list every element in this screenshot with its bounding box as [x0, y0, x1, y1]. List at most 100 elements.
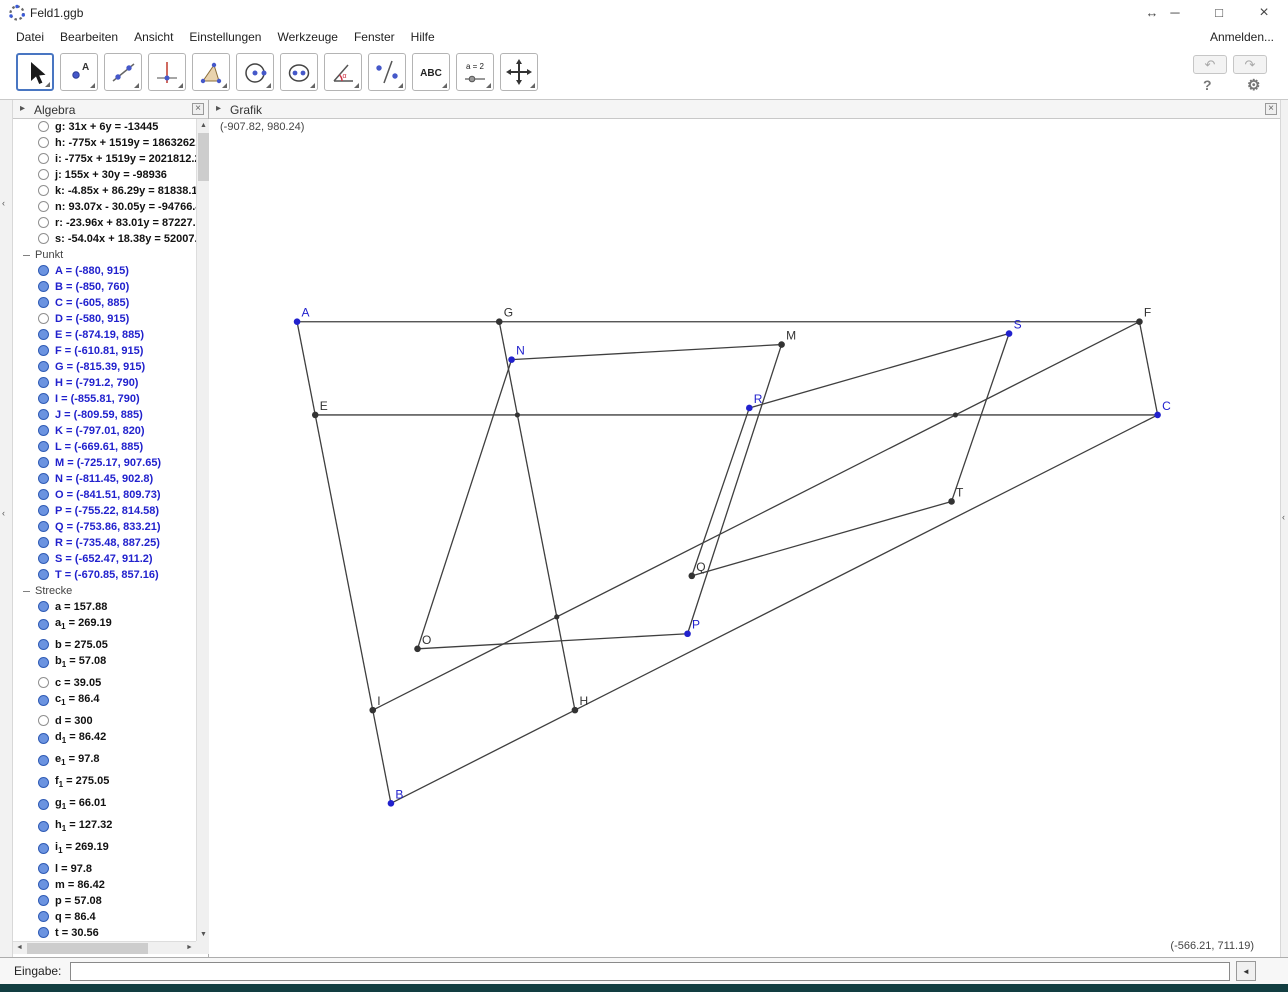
- perpendicular-line-tool-button[interactable]: [148, 53, 186, 91]
- algebra-row-point-E[interactable]: E = (-874.19, 885): [13, 327, 196, 343]
- segment-BC[interactable]: [391, 415, 1158, 803]
- point-B[interactable]: [388, 800, 395, 807]
- algebra-row-segment-p[interactable]: p = 57.08: [13, 893, 196, 909]
- horizontal-scroll-thumb[interactable]: [27, 943, 148, 954]
- visibility-toggle-icon[interactable]: [38, 185, 49, 196]
- visibility-toggle-icon[interactable]: [38, 281, 49, 292]
- algebra-header-arrow-icon[interactable]: ▸: [20, 103, 25, 114]
- gear-icon[interactable]: ⚙: [1247, 76, 1260, 94]
- algebra-row-point-P[interactable]: P = (-755.22, 814.58): [13, 503, 196, 519]
- point-I[interactable]: [369, 707, 376, 714]
- visibility-toggle-icon[interactable]: [38, 473, 49, 484]
- tree-collapse-icon[interactable]: [23, 255, 30, 256]
- menu-item-bearbeiten[interactable]: Bearbeiten: [52, 28, 126, 46]
- visibility-toggle-icon[interactable]: [38, 201, 49, 212]
- algebra-close-icon[interactable]: ×: [192, 103, 204, 115]
- algebra-row-segment-m[interactable]: m = 86.42: [13, 877, 196, 893]
- algebra-row-line-h[interactable]: h: -775x + 1519y = 1863262.75: [13, 135, 196, 151]
- visibility-toggle-icon[interactable]: [38, 657, 49, 668]
- algebra-row-line-n[interactable]: n: 93.07x - 30.05y = -94766.46: [13, 199, 196, 215]
- algebra-row-segment-l[interactable]: l = 97.8: [13, 861, 196, 877]
- menu-item-einstellungen[interactable]: Einstellungen: [181, 28, 269, 46]
- visibility-toggle-icon[interactable]: [38, 393, 49, 404]
- input-help-button[interactable]: ◄: [1236, 961, 1256, 981]
- text-tool-button[interactable]: ABC: [412, 53, 450, 91]
- algebra-row-line-k[interactable]: k: -4.85x + 86.29y = 81838.14: [13, 183, 196, 199]
- algebra-row-segment-e_1[interactable]: e1 = 97.8: [13, 751, 196, 773]
- graphics-header-arrow-icon[interactable]: ▸: [216, 103, 221, 114]
- algebra-row-segment-d_1[interactable]: d1 = 86.42: [13, 729, 196, 751]
- line-tool-button[interactable]: [104, 53, 142, 91]
- point-K[interactable]: [554, 614, 559, 619]
- visibility-toggle-icon[interactable]: [38, 153, 49, 164]
- segment-AB[interactable]: [297, 322, 391, 804]
- algebra-section-strecke[interactable]: Strecke: [13, 583, 196, 599]
- visibility-toggle-icon[interactable]: [38, 121, 49, 132]
- point-H[interactable]: [572, 707, 579, 714]
- visibility-toggle-icon[interactable]: [38, 297, 49, 308]
- algebra-input-field[interactable]: [70, 962, 1230, 981]
- help-icon[interactable]: ?: [1203, 77, 1212, 93]
- segment-OP[interactable]: [418, 634, 688, 649]
- scroll-left-icon[interactable]: ◄: [13, 941, 26, 954]
- graphics-view[interactable]: (-907.82, 980.24) (-566.21, 711.19) ABCE…: [209, 119, 1280, 957]
- close-icon[interactable]: ×: [1253, 3, 1275, 23]
- visibility-toggle-icon[interactable]: [38, 425, 49, 436]
- visibility-toggle-icon[interactable]: [38, 345, 49, 356]
- visibility-toggle-icon[interactable]: [38, 619, 49, 630]
- algebra-row-segment-i_1[interactable]: i1 = 269.19: [13, 839, 196, 861]
- menu-item-fenster[interactable]: Fenster: [346, 28, 403, 46]
- algebra-row-segment-f_1[interactable]: f1 = 275.05: [13, 773, 196, 795]
- redo-button[interactable]: ↷: [1233, 55, 1267, 74]
- menu-item-ansicht[interactable]: Ansicht: [126, 28, 181, 46]
- visibility-toggle-icon[interactable]: [38, 733, 49, 744]
- algebra-row-segment-a[interactable]: a = 157.88: [13, 599, 196, 615]
- point-tool-button[interactable]: A: [60, 53, 98, 91]
- visibility-toggle-icon[interactable]: [38, 677, 49, 688]
- visibility-toggle-icon[interactable]: [38, 505, 49, 516]
- tree-collapse-icon[interactable]: [23, 591, 30, 592]
- panel-collapse-icon-top[interactable]: ‹: [2, 198, 5, 208]
- point-L[interactable]: [953, 412, 958, 417]
- scroll-right-icon[interactable]: ►: [183, 941, 196, 954]
- visibility-toggle-icon[interactable]: [38, 821, 49, 832]
- point-R[interactable]: [746, 405, 753, 412]
- snap-window-icon[interactable]: ↔: [1141, 3, 1163, 23]
- angle-tool-button[interactable]: α: [324, 53, 362, 91]
- visibility-toggle-icon[interactable]: [38, 265, 49, 276]
- polygon-tool-button[interactable]: [192, 53, 230, 91]
- algebra-row-point-G[interactable]: G = (-815.39, 915): [13, 359, 196, 375]
- visibility-toggle-icon[interactable]: [38, 441, 49, 452]
- visibility-toggle-icon[interactable]: [38, 911, 49, 922]
- segment-IF[interactable]: [373, 322, 1140, 710]
- point-N[interactable]: [508, 356, 515, 363]
- algebra-row-point-T[interactable]: T = (-670.85, 857.16): [13, 567, 196, 583]
- visibility-toggle-icon[interactable]: [38, 329, 49, 340]
- algebra-row-point-B[interactable]: B = (-850, 760): [13, 279, 196, 295]
- undo-button[interactable]: ↶: [1193, 55, 1227, 74]
- algebra-row-point-F[interactable]: F = (-610.81, 915): [13, 343, 196, 359]
- algebra-row-segment-t[interactable]: t = 30.56: [13, 925, 196, 941]
- visibility-toggle-icon[interactable]: [38, 863, 49, 874]
- algebra-row-segment-b[interactable]: b = 275.05: [13, 637, 196, 653]
- algebra-row-point-R[interactable]: R = (-735.48, 887.25): [13, 535, 196, 551]
- reflection-tool-button[interactable]: [368, 53, 406, 91]
- algebra-horizontal-scrollbar[interactable]: ◄ ►: [13, 941, 196, 954]
- point-C[interactable]: [1154, 412, 1161, 419]
- maximize-icon[interactable]: □: [1208, 3, 1230, 23]
- visibility-toggle-icon[interactable]: [38, 233, 49, 244]
- panel-collapse-icon-right[interactable]: ‹: [1282, 512, 1285, 522]
- conic-tool-button[interactable]: [280, 53, 318, 91]
- graphics-close-icon[interactable]: ×: [1265, 103, 1277, 115]
- point-F[interactable]: [1136, 318, 1143, 325]
- menu-item-hilfe[interactable]: Hilfe: [403, 28, 443, 46]
- algebra-row-point-K[interactable]: K = (-797.01, 820): [13, 423, 196, 439]
- algebra-row-point-S[interactable]: S = (-652.47, 911.2): [13, 551, 196, 567]
- visibility-toggle-icon[interactable]: [38, 537, 49, 548]
- visibility-toggle-icon[interactable]: [38, 409, 49, 420]
- segment-RS[interactable]: [749, 334, 1009, 408]
- visibility-toggle-icon[interactable]: [38, 715, 49, 726]
- segment-PM[interactable]: [688, 345, 782, 634]
- visibility-toggle-icon[interactable]: [38, 799, 49, 810]
- vertical-scroll-thumb[interactable]: [198, 133, 209, 181]
